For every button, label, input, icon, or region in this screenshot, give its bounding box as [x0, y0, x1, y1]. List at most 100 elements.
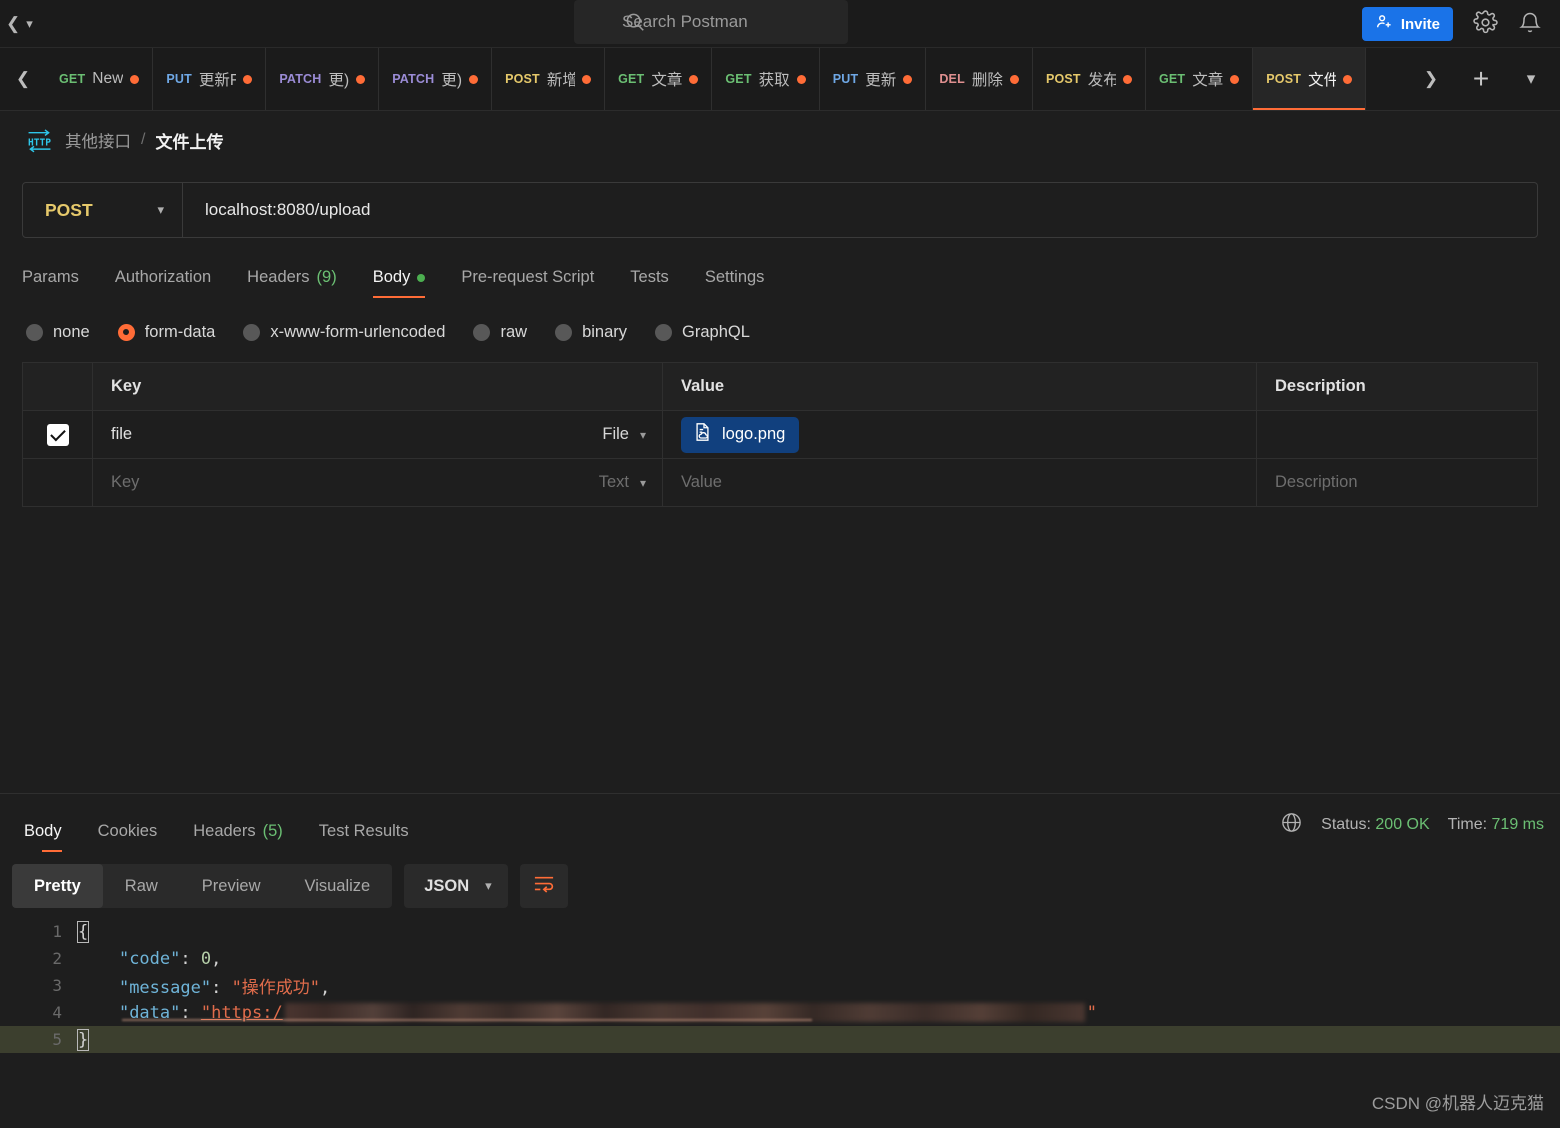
breadcrumb-separator: / [141, 131, 146, 148]
tab-body[interactable]: Body [355, 268, 444, 298]
radio-icon[interactable] [555, 323, 573, 341]
tab-count: (9) [316, 268, 337, 286]
placeholder-key-input[interactable]: Key [111, 473, 139, 492]
request-tab-method: DEL [939, 72, 965, 86]
radio-icon[interactable] [243, 323, 261, 341]
tab-label: Tests [630, 268, 669, 286]
request-tab[interactable]: GET New [46, 48, 154, 110]
request-tab[interactable]: PUT 更新F [153, 48, 267, 110]
time-label: Time: [1447, 816, 1488, 833]
response-format-select[interactable]: JSON ▾ [404, 864, 508, 908]
view-mode-visualize[interactable]: Visualize [282, 864, 392, 908]
body-type-options: none form-data x-www-form-urlencoded raw bin… [0, 298, 1560, 348]
radio-icon[interactable] [473, 323, 491, 341]
body-type-label: binary [582, 322, 628, 341]
request-tab[interactable]: PATCH 更) [379, 48, 493, 110]
request-tab-label: 文章 [1192, 72, 1224, 89]
settings-button[interactable] [1473, 10, 1498, 38]
tab-pre-request-script[interactable]: Pre-request Script [443, 268, 612, 298]
request-tab[interactable]: GET 获取 [712, 48, 820, 110]
redacted-url-underline [122, 1019, 812, 1021]
request-tab-label: 更新F [198, 72, 237, 89]
radio-icon[interactable] [655, 323, 673, 341]
view-mode-preview[interactable]: Preview [180, 864, 283, 908]
row-enabled-checkbox[interactable] [46, 423, 69, 446]
tab-params[interactable]: Params [22, 268, 97, 298]
tab-scroll-right-button[interactable]: ❯ [1406, 48, 1456, 111]
wrap-lines-button[interactable] [519, 864, 568, 908]
unsaved-indicator-icon [689, 74, 699, 84]
response-status: Status: 200 OK [1321, 816, 1430, 834]
http-method-select[interactable]: POST ▾ [23, 183, 183, 237]
body-type-none[interactable]: none [26, 323, 90, 342]
response-tab-count: (5) [262, 822, 283, 840]
http-method-value: POST [45, 199, 93, 220]
chevron-down-icon[interactable]: ▾ [26, 17, 33, 30]
request-section-tabs: Params Authorization Headers (9) Body Pre-req… [0, 238, 1560, 298]
row-description-cell[interactable] [1257, 411, 1537, 458]
response-body-code[interactable]: 1{2 "code": 0, 3 "message": "操作成功", 4 "dat… [0, 912, 1560, 1053]
tab-scroll-left-button[interactable]: ❮ [0, 48, 46, 110]
tab-settings[interactable]: Settings [687, 268, 783, 298]
wrap-lines-icon [532, 874, 556, 899]
body-type-GraphQL[interactable]: GraphQL [655, 323, 750, 342]
response-tab-headers[interactable]: Headers (5) [175, 822, 301, 852]
request-tab[interactable]: POST 文件 [1253, 48, 1367, 110]
response-tab-label: Body [24, 822, 62, 840]
placeholder-type-select[interactable]: Text ▾ [599, 473, 646, 492]
search-bar[interactable]: Search Postman [574, 0, 848, 44]
response-toolbar: Pretty Raw Preview Visualize JSON ▾ [0, 852, 1560, 912]
tab-list-button[interactable]: ▾ [1506, 48, 1556, 111]
unsaved-indicator-icon [1230, 74, 1240, 84]
request-tab[interactable]: DEL 删除 [926, 48, 1033, 110]
body-type-binary[interactable]: binary [555, 323, 627, 342]
table-row: file File ▾ logo.png [23, 411, 1537, 459]
code-token: , [320, 978, 331, 998]
response-tab-test-results[interactable]: Test Results [301, 822, 427, 852]
new-tab-button[interactable]: + [1456, 48, 1506, 111]
request-tab[interactable]: PUT 更新 [820, 48, 927, 110]
sidebar-collapse-icon[interactable]: ❮ [6, 15, 20, 32]
code-token: : [180, 948, 201, 969]
body-type-form-data[interactable]: form-data [117, 323, 215, 342]
placeholder-description-input[interactable]: Description [1275, 473, 1358, 492]
table-header-description-cell: Description [1257, 363, 1537, 410]
invite-button[interactable]: Invite [1361, 7, 1453, 41]
request-tab[interactable]: POST 发布 [1033, 48, 1146, 110]
request-tab[interactable]: GET 文章 [1146, 48, 1254, 110]
view-mode-raw[interactable]: Raw [103, 864, 180, 908]
row-key-input[interactable]: file [111, 425, 132, 444]
tab-authorization[interactable]: Authorization [97, 268, 229, 298]
breadcrumb-parent[interactable]: 其他接口 [65, 128, 131, 152]
time-value: 719 ms [1491, 816, 1544, 833]
row-type-select[interactable]: File ▾ [602, 425, 646, 444]
url-input[interactable] [183, 183, 1537, 237]
code-line: 5} [0, 1026, 1560, 1053]
notifications-button[interactable] [1518, 11, 1542, 38]
response-pane: Body Cookies Headers (5) Test Results Status… [0, 793, 1560, 1128]
tab-headers[interactable]: Headers (9) [229, 268, 355, 298]
globe-icon [1280, 811, 1303, 839]
unsaved-indicator-icon [243, 74, 253, 84]
body-type-x-www-form-urlencoded[interactable]: x-www-form-urlencoded [243, 323, 445, 342]
page-title: 文件上传 [155, 132, 224, 152]
selected-file-chip[interactable]: logo.png [681, 416, 800, 453]
tab-label: Settings [704, 268, 765, 286]
status-value: 200 OK [1375, 816, 1430, 833]
table-header-value-cell: Value [663, 363, 1257, 410]
body-type-raw[interactable]: raw [473, 323, 527, 342]
response-tab-body[interactable]: Body [24, 822, 80, 852]
row-enabled-cell [23, 411, 93, 458]
row-key-cell: file File ▾ [93, 411, 663, 458]
tab-tests[interactable]: Tests [612, 268, 687, 298]
request-tab[interactable]: PATCH 更) [266, 48, 380, 110]
view-mode-pretty[interactable]: Pretty [12, 864, 103, 908]
placeholder-value-input[interactable]: Value [681, 473, 722, 492]
search-icon [624, 11, 646, 38]
response-tab-cookies[interactable]: Cookies [80, 822, 176, 852]
request-tab[interactable]: POST 新增 [492, 48, 606, 110]
radio-icon[interactable] [26, 323, 43, 341]
request-tab[interactable]: GET 文章 [605, 48, 713, 110]
radio-icon[interactable] [117, 323, 135, 341]
request-tab-method: POST [505, 72, 540, 86]
